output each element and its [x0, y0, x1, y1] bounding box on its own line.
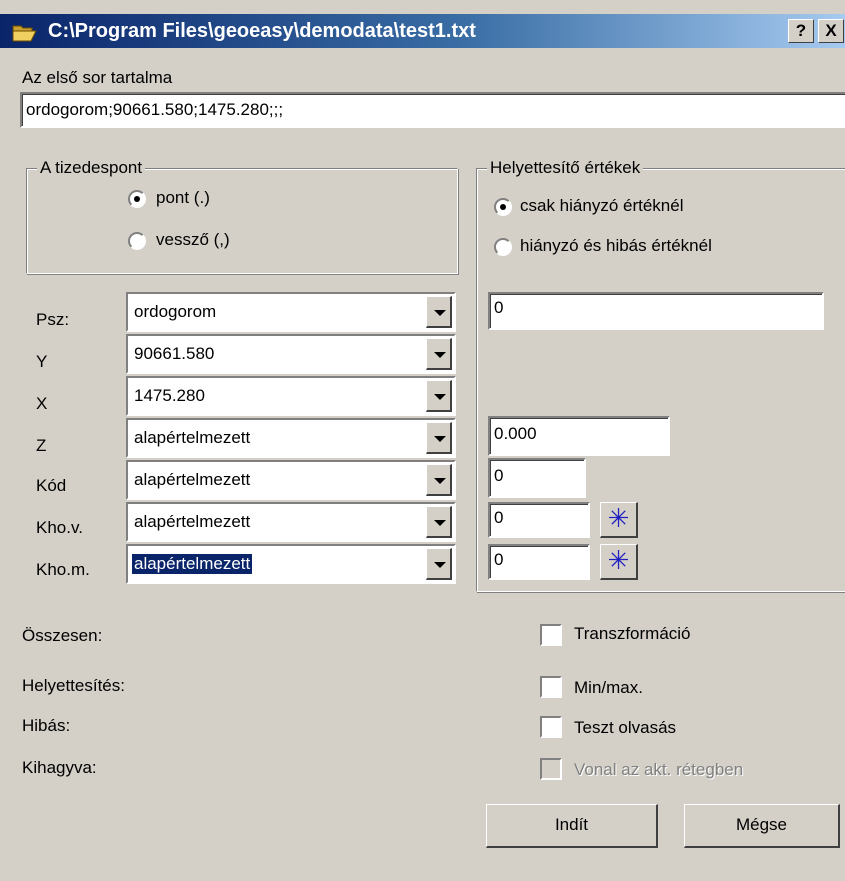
start-button[interactable]: Indít — [486, 804, 658, 848]
dropdown-arrow-icon[interactable] — [426, 338, 452, 370]
default-input-value: 0 — [494, 466, 504, 485]
field-select-value: alapértelmezett — [134, 470, 251, 489]
substitute-title: Helyettesítő értékek — [487, 158, 644, 178]
dropdown-arrow-icon[interactable] — [426, 296, 452, 328]
default-input-value: 0 — [494, 298, 504, 317]
stat-total-label: Összesen: — [22, 626, 103, 645]
minmax-checkbox[interactable] — [540, 676, 562, 698]
line-layer-checkbox[interactable] — [540, 758, 562, 780]
import-dialog: C:\Program Files\geoeasy\demodata\test1.… — [0, 0, 845, 881]
dropdown-arrow-icon[interactable] — [426, 422, 452, 454]
radio-missing-only[interactable] — [494, 198, 512, 216]
first-line-label: Az első sor tartalma — [22, 68, 173, 87]
field-select-kho-m[interactable]: alapértelmezett — [126, 544, 456, 584]
radio-missing-and-error-label: hiányzó és hibás értéknél — [520, 236, 712, 255]
field-label-psz: Psz: — [36, 310, 70, 329]
field-select-psz[interactable]: ordogorom — [126, 292, 456, 332]
field-select-kho-v[interactable]: alapértelmezett — [126, 502, 456, 542]
minmax-label: Min/max. — [574, 678, 643, 697]
default-input-psz[interactable]: 0 — [488, 292, 824, 330]
radio-point[interactable] — [128, 190, 146, 208]
radio-missing-only-label: csak hiányzó értéknél — [520, 196, 684, 215]
window-title: C:\Program Files\geoeasy\demodata\test1.… — [48, 20, 476, 42]
field-label-y: Y — [36, 352, 48, 371]
close-button[interactable]: X — [818, 19, 844, 43]
field-select-kod[interactable]: alapértelmezett — [126, 460, 456, 500]
default-input-z[interactable]: 0.000 — [488, 416, 670, 456]
help-button[interactable]: ? — [788, 19, 814, 43]
radio-missing-and-error[interactable] — [494, 238, 512, 256]
title-bar[interactable]: C:\Program Files\geoeasy\demodata\test1.… — [0, 14, 845, 48]
asterisk-icon[interactable]: ✳ — [600, 544, 638, 580]
test-read-checkbox[interactable] — [540, 716, 562, 738]
line-layer-label: Vonal az akt. rétegben — [574, 760, 744, 779]
default-input-value: 0.000 — [494, 424, 537, 443]
cancel-button[interactable]: Mégse — [684, 804, 840, 848]
field-select-value: alapértelmezett — [132, 554, 253, 574]
field-select-value: ordogorom — [134, 302, 217, 321]
decimal-point-title: A tizedespont — [37, 158, 146, 178]
default-input-kho-v[interactable]: 0 — [488, 502, 590, 538]
radio-point-label: pont (.) — [156, 188, 210, 207]
decimal-point-group: A tizedespont — [26, 158, 458, 274]
default-input-kod[interactable]: 0 — [488, 458, 586, 498]
test-read-label: Teszt olvasás — [574, 718, 677, 737]
field-select-y[interactable]: 90661.580 — [126, 334, 456, 374]
first-line-value: ordogorom;90661.580;1475.280;;; — [26, 100, 284, 119]
field-label-kho-v: Kho.v. — [36, 518, 83, 537]
first-line-field[interactable]: ordogorom;90661.580;1475.280;;; — [20, 92, 845, 128]
stat-skipped-label: Kihagyva: — [22, 758, 97, 777]
dropdown-arrow-icon[interactable] — [426, 380, 452, 412]
field-select-value: 1475.280 — [134, 386, 205, 405]
radio-comma-label: vessző (,) — [156, 230, 230, 249]
field-select-x[interactable]: 1475.280 — [126, 376, 456, 416]
dropdown-arrow-icon[interactable] — [426, 548, 452, 580]
default-input-value: 0 — [494, 508, 504, 527]
dropdown-arrow-icon[interactable] — [426, 464, 452, 496]
field-select-value: alapértelmezett — [134, 428, 251, 447]
field-select-z[interactable]: alapértelmezett — [126, 418, 456, 458]
default-input-kho-m[interactable]: 0 — [488, 544, 590, 580]
field-label-z: Z — [36, 436, 47, 455]
field-label-kod: Kód — [36, 476, 67, 495]
field-select-value: 90661.580 — [134, 344, 215, 363]
field-label-kho-m: Kho.m. — [36, 560, 90, 579]
field-label-x: X — [36, 394, 48, 413]
field-select-value: alapértelmezett — [134, 512, 251, 531]
asterisk-icon[interactable]: ✳ — [600, 502, 638, 538]
default-input-value: 0 — [494, 550, 504, 569]
dropdown-arrow-icon[interactable] — [426, 506, 452, 538]
stat-substituted-label: Helyettesítés: — [22, 676, 125, 695]
stat-errors-label: Hibás: — [22, 716, 71, 735]
transform-label: Transzformáció — [574, 624, 691, 643]
radio-comma[interactable] — [128, 232, 146, 250]
transform-checkbox[interactable] — [540, 624, 562, 646]
folder-open-icon — [12, 25, 37, 42]
